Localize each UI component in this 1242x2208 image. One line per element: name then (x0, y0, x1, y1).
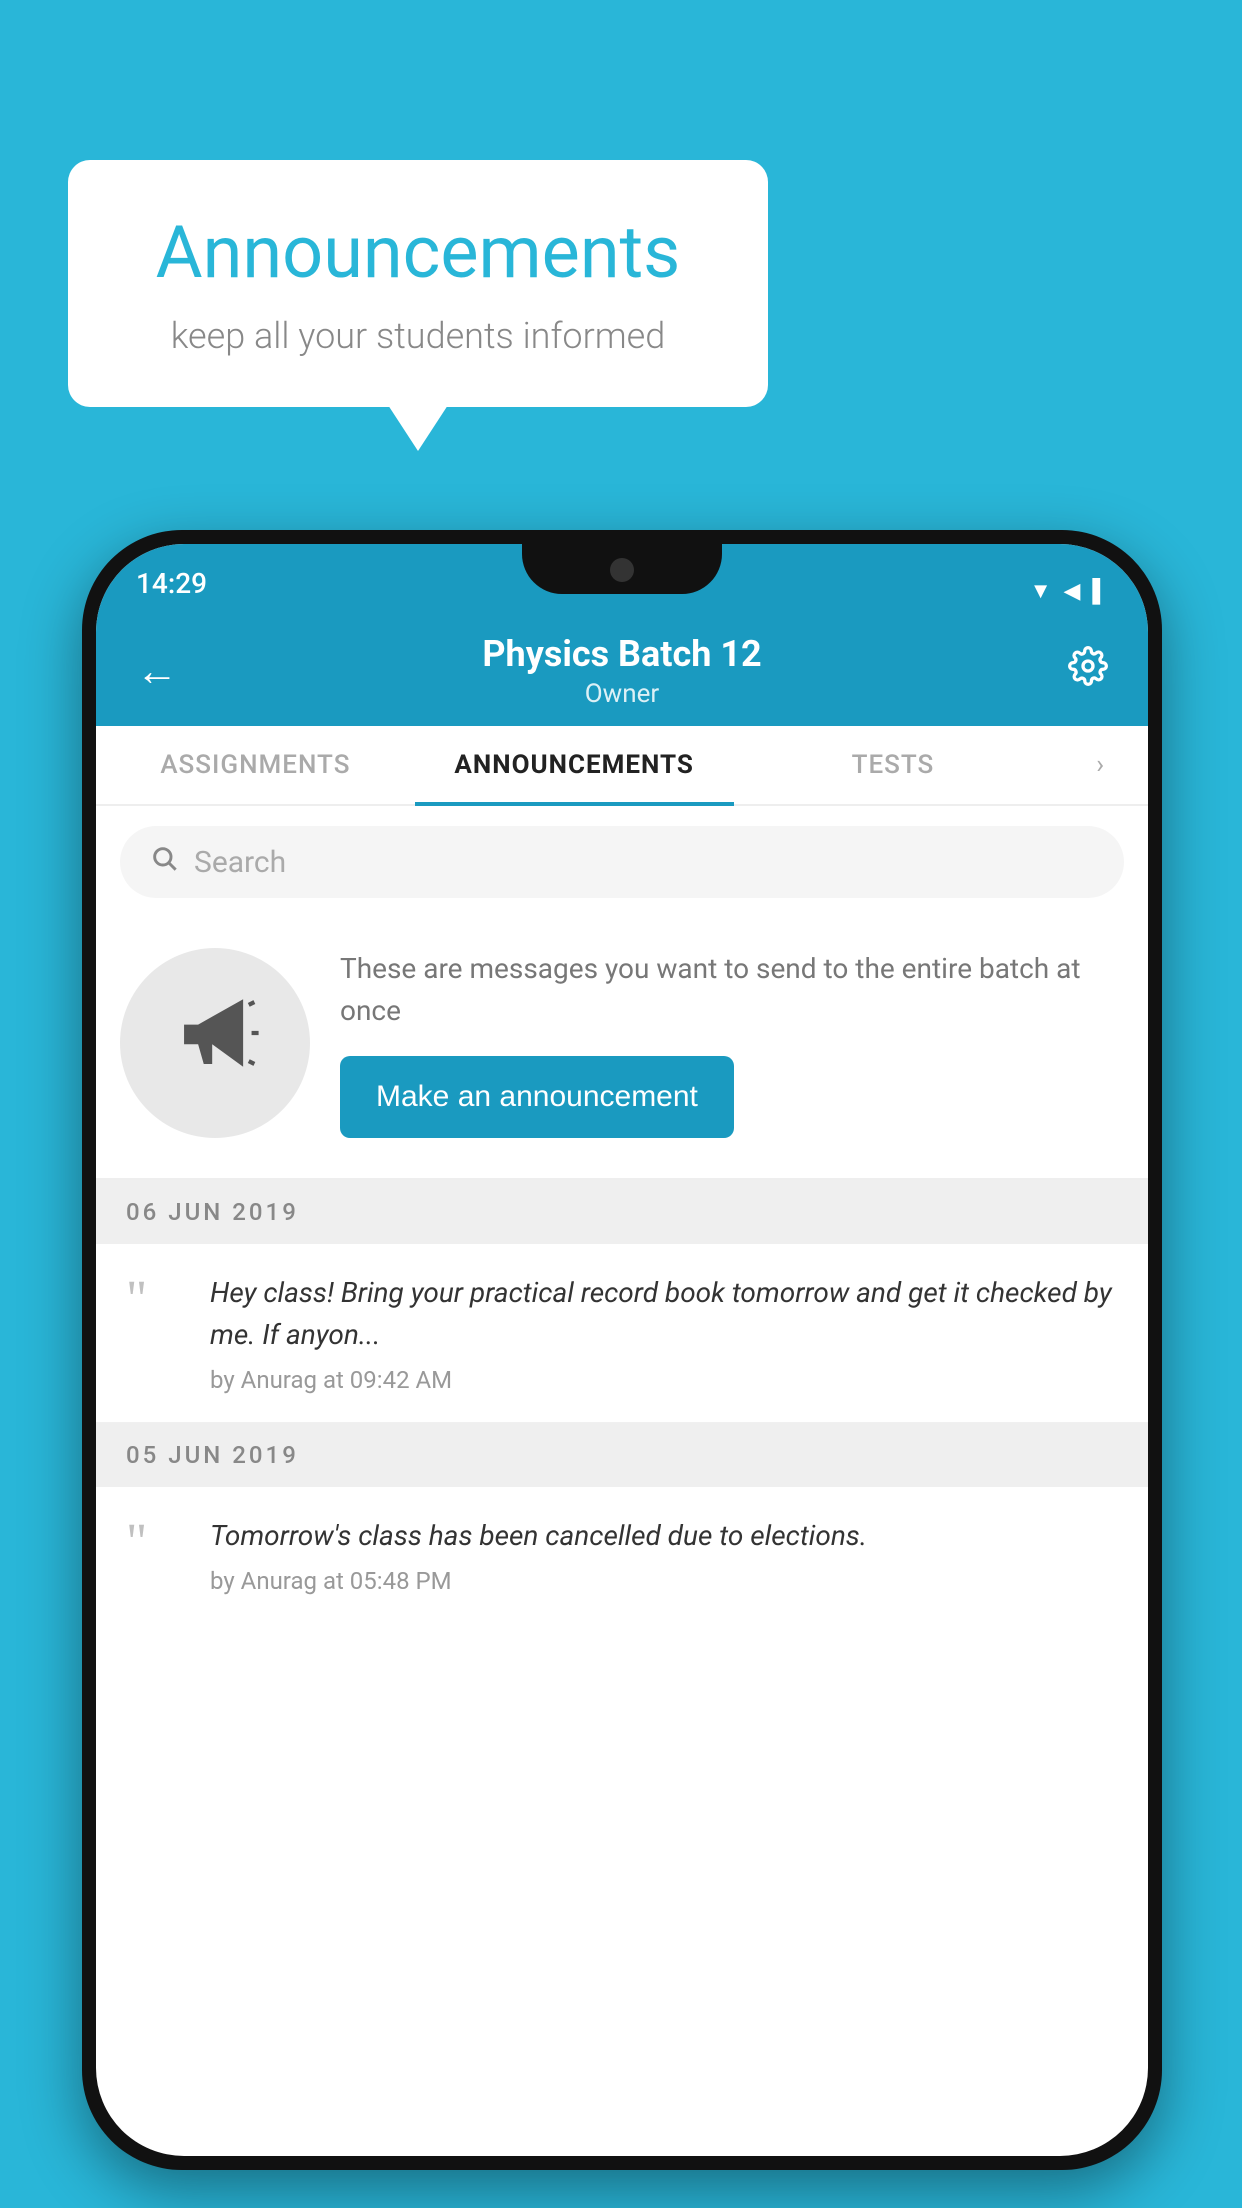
tab-assignments[interactable]: ASSIGNMENTS (96, 726, 415, 804)
back-button[interactable]: ← (136, 647, 196, 696)
date-separator-1: 06 JUN 2019 (96, 1180, 1148, 1244)
wifi-icon: ▼ (1030, 578, 1052, 604)
make-announcement-button[interactable]: Make an announcement (340, 1056, 734, 1138)
announcement-content-1: Hey class! Bring your practical record b… (210, 1272, 1118, 1394)
date-separator-2: 05 JUN 2019 (96, 1423, 1148, 1487)
phone-inner: 14:29 ▼ ◀ ▌ ← Physics Batch 12 Owner (96, 544, 1148, 2156)
tab-announcements[interactable]: ANNOUNCEMENTS (415, 726, 734, 804)
battery-icon: ▌ (1092, 578, 1108, 604)
quote-icon-2: " (126, 1525, 186, 1561)
promo-section: These are messages you want to send to t… (96, 918, 1148, 1180)
header-subtitle: Owner (196, 679, 1048, 709)
notch (522, 544, 722, 594)
header-title: Physics Batch 12 (196, 633, 1048, 675)
app-header: ← Physics Batch 12 Owner (96, 616, 1148, 726)
announcement-item-1: " Hey class! Bring your practical record… (96, 1244, 1148, 1423)
speech-bubble: Announcements keep all your students inf… (68, 160, 768, 407)
announcement-content-2: Tomorrow's class has been cancelled due … (210, 1515, 1118, 1595)
quote-icon-1: " (126, 1282, 186, 1318)
search-icon (150, 844, 178, 880)
tab-tests[interactable]: TESTS (734, 726, 1053, 804)
bubble-subtitle: keep all your students informed (128, 315, 708, 357)
status-icons: ▼ ◀ ▌ (1030, 578, 1108, 604)
signal-icon: ◀ (1063, 579, 1080, 604)
announcement-text-1: Hey class! Bring your practical record b… (210, 1272, 1118, 1356)
content-area: Search These are messages you wan (96, 806, 1148, 1623)
status-time: 14:29 (136, 567, 207, 604)
phone-frame: 14:29 ▼ ◀ ▌ ← Physics Batch 12 Owner (82, 530, 1162, 2170)
search-bar[interactable]: Search (120, 826, 1124, 898)
megaphone-circle (120, 948, 310, 1138)
megaphone-icon (170, 988, 260, 1098)
tabs-bar: ASSIGNMENTS ANNOUNCEMENTS TESTS › (96, 726, 1148, 806)
announcement-meta-1: by Anurag at 09:42 AM (210, 1366, 1118, 1394)
gear-button[interactable] (1048, 646, 1108, 696)
announcement-text-2: Tomorrow's class has been cancelled due … (210, 1515, 1118, 1557)
search-placeholder: Search (194, 845, 286, 880)
tab-more[interactable]: › (1052, 726, 1148, 804)
announcement-meta-2: by Anurag at 05:48 PM (210, 1567, 1118, 1595)
promo-description: These are messages you want to send to t… (340, 948, 1124, 1032)
header-center: Physics Batch 12 Owner (196, 633, 1048, 709)
announcement-item-2: " Tomorrow's class has been cancelled du… (96, 1487, 1148, 1623)
bubble-title: Announcements (128, 210, 708, 295)
promo-right: These are messages you want to send to t… (340, 948, 1124, 1138)
notch-camera (610, 558, 634, 582)
